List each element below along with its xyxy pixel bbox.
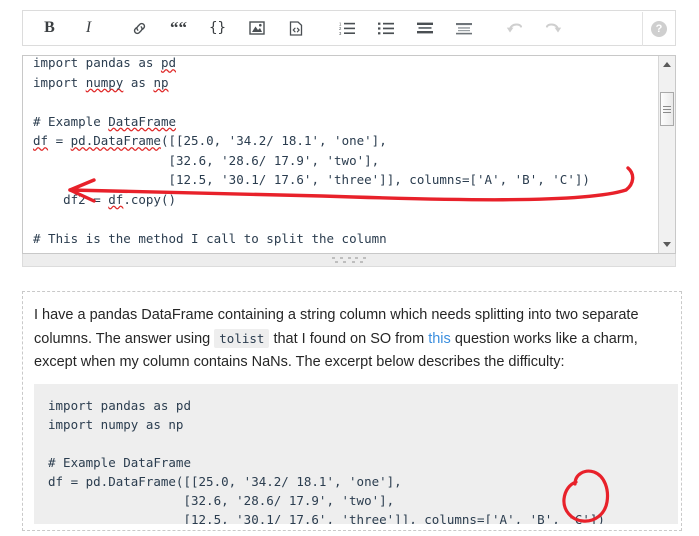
redo-arrow-icon [545, 21, 562, 36]
insert-image-button[interactable] [244, 13, 269, 43]
scrollbar-grip-icon [663, 104, 671, 115]
quote-icon: ““ [170, 18, 187, 37]
link-button[interactable] [127, 13, 152, 43]
image-icon [248, 21, 265, 35]
horizontal-rule-button[interactable] [451, 13, 476, 43]
redo-button[interactable] [541, 13, 566, 43]
bulleted-list-button[interactable] [373, 13, 398, 43]
undo-button[interactable] [502, 13, 527, 43]
link-icon [132, 21, 147, 36]
editor-content[interactable]: import pandas as pd import numpy as np #… [23, 55, 653, 248]
editor-scrollbar[interactable] [658, 56, 675, 253]
code-line: import pandas as pd import numpy as np #… [33, 55, 590, 246]
markdown-source-textarea[interactable]: import pandas as pd import numpy as np #… [22, 55, 676, 254]
help-icon[interactable]: ? [651, 21, 667, 37]
toolbar-divider [642, 12, 643, 46]
undo-arrow-icon [506, 21, 523, 36]
triangle-down [663, 242, 671, 247]
svg-text:3: 3 [339, 31, 342, 35]
italic-icon: I [85, 19, 92, 36]
toolbar-group-format: B I [37, 11, 101, 45]
blockquote-button[interactable]: ““ [166, 13, 191, 43]
scrollbar-thumb[interactable] [660, 92, 674, 126]
numbered-list-button[interactable]: 1 2 3 [334, 13, 359, 43]
bold-icon: B [44, 19, 55, 36]
misspelled-word: np [153, 74, 169, 90]
editor-resize-handle[interactable] [22, 254, 676, 267]
code-braces-icon: {} [209, 20, 226, 36]
heading-lines-icon [416, 22, 433, 35]
toolbar-group-lists: 1 2 3 [334, 11, 476, 45]
heading-button[interactable] [412, 13, 437, 43]
toolbar-group-insert: ““ {} [127, 11, 308, 45]
rich-text-editor: B I ““ {} 1 2 3 ? import pandas as pd im… [22, 10, 678, 254]
inline-code-tolist: tolist [214, 329, 270, 348]
scroll-up-arrow-icon[interactable] [659, 56, 675, 73]
this-link[interactable]: this [428, 331, 451, 347]
misspelled-word: numpy [85, 74, 124, 90]
resize-grip-icon [332, 257, 366, 264]
scroll-down-arrow-icon[interactable] [659, 236, 675, 253]
bold-button[interactable]: B [37, 13, 62, 43]
numbered-list-icon: 1 2 3 [339, 21, 355, 35]
italic-button[interactable]: I [76, 13, 101, 43]
markdown-preview-panel: I have a pandas DataFrame containing a s… [22, 291, 682, 531]
paragraph-part-2: that I found on SO from [269, 331, 429, 347]
misspelled-word: df [33, 133, 49, 148]
code-block-button[interactable] [283, 13, 308, 43]
misspelled-word: DataFrame [108, 113, 176, 129]
toolbar-help-area: ? [642, 11, 675, 47]
preview-code-block: import pandas as pd import numpy as np #… [34, 384, 678, 524]
horizontal-rule-icon [455, 22, 472, 35]
toolbar-group-history [502, 11, 566, 45]
bulleted-list-icon [377, 21, 394, 35]
triangle-up [663, 62, 671, 67]
preview-paragraph: I have a pandas DataFrame containing a s… [34, 304, 659, 374]
misspelled-word: pd.DataFrame [70, 133, 161, 148]
misspelled-word: pd [160, 55, 176, 70]
inline-code-button[interactable]: {} [205, 13, 230, 43]
misspelled-word: df [108, 191, 124, 207]
editor-toolbar: B I ““ {} 1 2 3 ? [22, 10, 676, 46]
code-file-icon [289, 20, 303, 36]
